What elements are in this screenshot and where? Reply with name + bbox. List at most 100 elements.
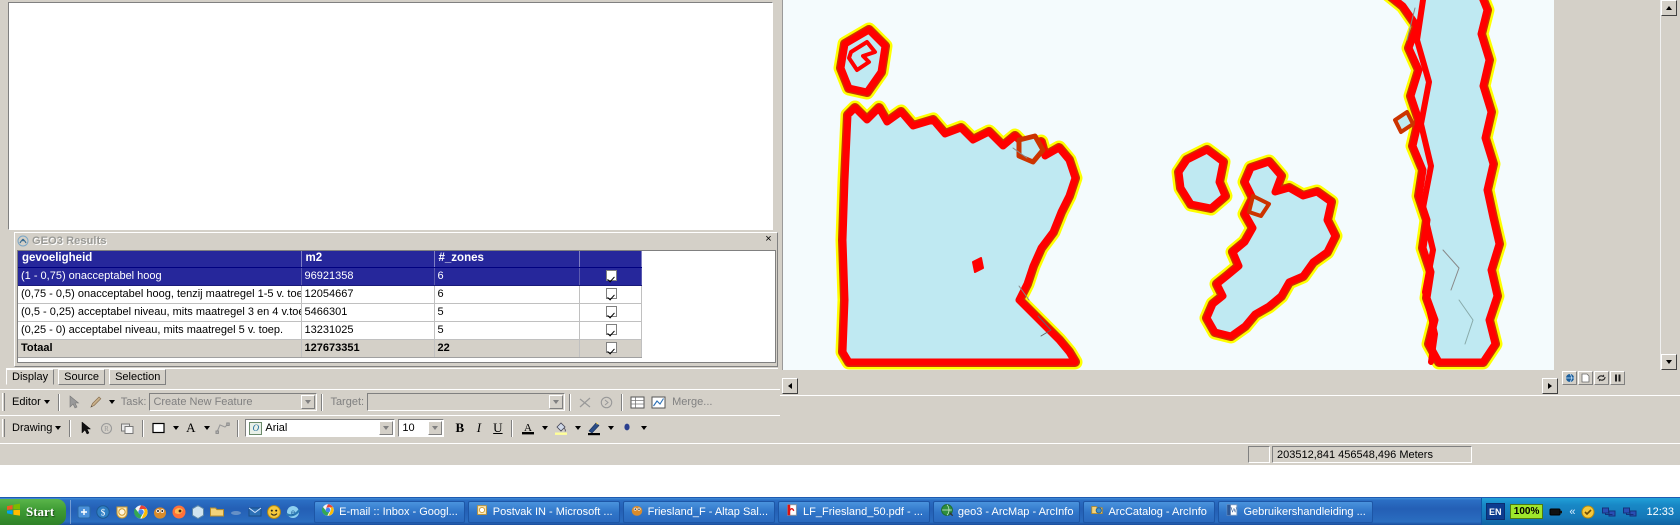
task-button[interactable]: Postvak IN - Microsoft ...	[467, 500, 620, 523]
globe-icon[interactable]	[1562, 371, 1577, 385]
map-horizontal-scrollbar[interactable]	[782, 378, 1558, 394]
mail-icon[interactable]	[247, 504, 263, 520]
font-name-combobox[interactable]: O Arial	[245, 419, 396, 437]
tab-selection[interactable]: Selection	[109, 369, 167, 385]
underline-button[interactable]: U	[488, 419, 507, 438]
task-combobox[interactable]: Create New Feature	[149, 393, 318, 411]
pause-icon[interactable]	[1610, 371, 1625, 385]
new-text-icon[interactable]: A	[181, 419, 200, 438]
drawing-menu-button[interactable]: Drawing	[8, 418, 65, 438]
task-button[interactable]: geo3 - ArcMap - ArcInfo	[932, 500, 1081, 523]
start-button[interactable]: Start	[0, 498, 67, 525]
editor-menu-button[interactable]: Editor	[8, 392, 54, 412]
line-color-icon[interactable]	[583, 418, 604, 438]
chevron-down-icon[interactable]	[549, 395, 564, 409]
marker-color-icon[interactable]	[616, 418, 637, 438]
smiley-icon[interactable]	[266, 504, 282, 520]
arrow-select-icon[interactable]	[64, 392, 85, 412]
clock-icon[interactable]	[114, 504, 130, 520]
chevron-down-icon[interactable]	[428, 421, 443, 435]
map-vertical-scrollbar[interactable]	[1660, 0, 1677, 370]
zoom-indicator[interactable]: 100%	[1509, 504, 1544, 519]
table-row[interactable]: (0,25 - 0) acceptabel niveau, mits maatr…	[18, 321, 642, 340]
checkbox-icon[interactable]	[606, 305, 617, 317]
results-table-container[interactable]: gevoeligheid m2 #_zones (1 - 0,75) onacc…	[17, 250, 776, 363]
task-button[interactable]: W Gebruikershandleiding ...	[1218, 500, 1373, 523]
rotate-element-icon[interactable]: R	[96, 418, 117, 438]
group-icon[interactable]	[117, 418, 138, 438]
show-hidden-icons-chevron[interactable]: «	[1569, 506, 1575, 518]
task-button[interactable]: LF_Friesland_50.pdf - ...	[778, 500, 930, 523]
firefox-icon[interactable]	[171, 504, 187, 520]
bold-button[interactable]: B	[450, 419, 469, 438]
chevron-down-icon[interactable]	[637, 418, 649, 438]
scroll-up-icon[interactable]	[1661, 0, 1677, 16]
chevron-down-icon[interactable]	[538, 418, 550, 438]
table-row[interactable]: (1 - 0,75) onacceptabel hoog 96921358 6	[18, 267, 642, 286]
cell-checkbox[interactable]	[579, 285, 642, 304]
language-indicator[interactable]: EN	[1485, 503, 1505, 520]
chevron-down-icon[interactable]	[200, 418, 212, 438]
money-icon[interactable]: $	[95, 504, 111, 520]
attributes-table-icon[interactable]	[627, 392, 648, 412]
edit-vertices-icon[interactable]	[212, 418, 233, 438]
results-title-bar[interactable]: GEO3 Results ×	[15, 233, 777, 248]
network-icon[interactable]	[1601, 504, 1617, 520]
checkbox-icon[interactable]	[606, 341, 617, 353]
network2-icon[interactable]	[1622, 504, 1638, 520]
scroll-right-icon[interactable]	[1542, 378, 1558, 394]
refresh-icon[interactable]	[1594, 371, 1609, 385]
column-header-zones[interactable]: #_zones	[434, 251, 580, 268]
italic-button[interactable]: I	[469, 419, 488, 438]
cell-checkbox[interactable]	[579, 303, 642, 322]
battery-icon[interactable]	[1548, 504, 1564, 520]
explorer-icon[interactable]	[190, 504, 206, 520]
checkbox-icon[interactable]	[606, 287, 617, 299]
fill-color-icon[interactable]	[550, 418, 571, 438]
scroll-left-icon[interactable]	[782, 378, 798, 394]
cell-checkbox[interactable]	[579, 321, 642, 340]
chevron-down-icon[interactable]	[301, 395, 316, 409]
map-canvas[interactable]	[782, 0, 1554, 370]
folder-icon[interactable]	[209, 504, 225, 520]
column-header-check[interactable]	[579, 251, 642, 268]
font-color-icon[interactable]: A	[517, 418, 538, 438]
task-button[interactable]: Friesland_F - Altap Sal...	[622, 500, 776, 523]
new-rectangle-icon[interactable]	[148, 418, 169, 438]
map-document-blank-area[interactable]	[8, 2, 773, 230]
font-size-combobox[interactable]: 10	[398, 419, 445, 437]
table-total-row[interactable]: Totaal 127673351 22	[18, 339, 642, 358]
chevron-down-icon[interactable]	[571, 418, 583, 438]
scroll-down-icon[interactable]	[1661, 354, 1677, 370]
cell-checkbox[interactable]	[579, 339, 642, 358]
task-button[interactable]: E-mail :: Inbox - Googl...	[314, 500, 465, 523]
chevron-down-icon[interactable]	[169, 418, 181, 438]
update-icon[interactable]	[1580, 504, 1596, 520]
column-header-gevoeligheid[interactable]: gevoeligheid	[18, 251, 302, 268]
target-combobox[interactable]	[367, 393, 566, 411]
tab-display[interactable]: Display	[6, 369, 55, 385]
rotate-icon[interactable]	[596, 392, 617, 412]
task-button[interactable]: ArcCatalog - ArcInfo	[1083, 500, 1216, 523]
close-icon[interactable]: ×	[762, 234, 775, 246]
chevron-down-icon[interactable]	[106, 392, 118, 412]
split-icon[interactable]	[575, 392, 596, 412]
table-row[interactable]: (0,75 - 0,5) onacceptabel hoog, tenzij m…	[18, 285, 642, 304]
checkbox-icon[interactable]	[606, 269, 617, 281]
gimp-icon[interactable]	[152, 504, 168, 520]
table-row[interactable]: (0,5 - 0,25) acceptabel niveau, mits maa…	[18, 303, 642, 322]
arrow-select-icon[interactable]	[75, 418, 96, 438]
toolbar-grip[interactable]	[2, 393, 5, 411]
chevron-down-icon[interactable]	[379, 421, 394, 435]
column-header-m2[interactable]: m2	[301, 251, 435, 268]
checkbox-icon[interactable]	[606, 323, 617, 335]
tab-source[interactable]: Source	[58, 369, 105, 385]
cell-checkbox[interactable]	[579, 267, 642, 286]
pencil-edit-icon[interactable]	[85, 392, 106, 412]
sketch-properties-icon[interactable]	[648, 392, 669, 412]
chrome-icon[interactable]	[133, 504, 149, 520]
chevron-down-icon[interactable]	[604, 418, 616, 438]
clock-time[interactable]: 12:33	[1646, 506, 1674, 518]
small-icon[interactable]	[228, 504, 244, 520]
toolbar-grip[interactable]	[2, 419, 5, 437]
